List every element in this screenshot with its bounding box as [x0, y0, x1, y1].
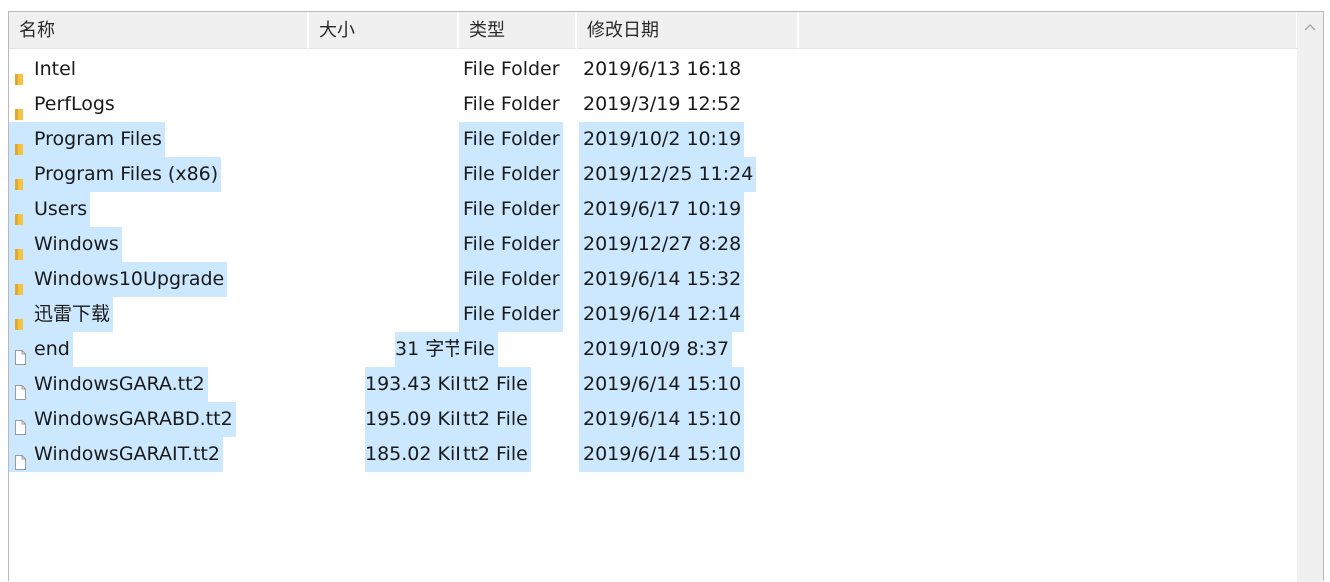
item-name: Users [34, 198, 88, 220]
column-header-name[interactable]: 名称 [9, 12, 309, 49]
column-header-type[interactable]: 类型 [459, 12, 577, 49]
column-header-size[interactable]: 大小 [309, 12, 459, 49]
item-type: File Folder [459, 262, 563, 297]
item-type: tt2 File [459, 437, 531, 472]
item-name: 迅雷下载 [34, 303, 111, 325]
folder-row[interactable]: Windows10Upgrade File Folder 2019/6/14 15:… [9, 262, 1298, 297]
folder-row[interactable]: Intel File Folder 2019/6/13 16:18 [9, 52, 1298, 87]
file-icon [15, 447, 26, 482]
column-header-bar: 名称 大小 类型 修改日期 [9, 12, 1298, 50]
file-row[interactable]: WindowsGARA.tt2 193.43 KiB tt2 File 2019/6/… [9, 367, 1298, 402]
item-size: 31 字节 [395, 332, 463, 367]
item-name-cell[interactable]: Windows10Upgrade [9, 262, 228, 297]
folder-row[interactable]: Program Files File Folder 2019/10/2 10:19 [9, 122, 1298, 157]
item-modified-date: 2019/6/14 15:10 [579, 402, 745, 437]
item-modified-date: 2019/10/9 8:37 [579, 332, 733, 367]
item-name: WindowsGARABD.tt2 [34, 408, 233, 430]
item-type: File Folder [463, 93, 560, 115]
item-name: Intel [34, 58, 77, 80]
item-modified-date: 2019/6/14 15:10 [579, 367, 745, 402]
item-name-cell[interactable]: 迅雷下载 [9, 297, 114, 332]
item-modified-date: 2019/6/14 15:32 [579, 262, 745, 297]
item-type: File Folder [459, 122, 563, 157]
item-size: 193.43 KiB [365, 367, 468, 402]
item-name-cell[interactable]: Users [9, 192, 91, 227]
folder-row[interactable]: 迅雷下载 File Folder 2019/6/14 12:14 [9, 297, 1298, 332]
item-size: 195.09 KiB [365, 402, 468, 437]
item-modified-date: 2019/10/2 10:19 [579, 122, 745, 157]
item-size: 185.02 KiB [365, 437, 468, 472]
scroll-up-button[interactable] [1297, 12, 1323, 42]
item-type: File Folder [459, 192, 563, 227]
item-name-cell[interactable]: Program Files (x86) [9, 157, 222, 192]
file-list-view: 名称 大小 类型 修改日期 Intel File Folder 2019/6/13 … [8, 11, 1324, 582]
column-header-filler [799, 12, 1298, 49]
item-name: Program Files [34, 128, 162, 150]
item-name-cell[interactable]: Intel [9, 52, 79, 87]
item-modified-date: 2019/12/25 11:24 [579, 157, 757, 192]
item-type: File [459, 332, 498, 367]
folder-row[interactable]: Program Files (x86) File Folder 2019/12/25… [9, 157, 1298, 192]
item-name: WindowsGARAIT.tt2 [34, 443, 220, 465]
item-type: tt2 File [459, 367, 531, 402]
item-name-cell[interactable]: WindowsGARAIT.tt2 [9, 437, 223, 472]
folder-row[interactable]: Users File Folder 2019/6/17 10:19 [9, 192, 1298, 227]
item-name-cell[interactable]: Windows [9, 227, 122, 262]
file-row[interactable]: WindowsGARABD.tt2 195.09 KiB tt2 File 2019/… [9, 402, 1298, 437]
vertical-scrollbar[interactable] [1297, 12, 1323, 582]
item-name-cell[interactable]: Program Files [9, 122, 165, 157]
column-header-modified[interactable]: 修改日期 [577, 12, 799, 49]
file-row[interactable]: end 31 字节 File 2019/10/9 8:37 [9, 332, 1298, 367]
item-modified-date: 2019/12/27 8:28 [579, 227, 745, 262]
item-modified-date: 2019/6/14 12:14 [579, 297, 745, 332]
item-name-cell[interactable]: PerfLogs [9, 87, 118, 122]
item-name: Program Files (x86) [34, 163, 219, 185]
item-name: end [34, 338, 70, 360]
item-name-cell[interactable]: end [9, 332, 73, 367]
item-type: File Folder [459, 157, 563, 192]
folder-row[interactable]: PerfLogs File Folder 2019/3/19 12:52 [9, 87, 1298, 122]
item-name-cell[interactable]: WindowsGARA.tt2 [9, 367, 208, 402]
item-type: File Folder [459, 297, 563, 332]
item-modified-date: 2019/6/17 10:19 [579, 192, 745, 227]
folder-row[interactable]: Windows File Folder 2019/12/27 8:28 [9, 227, 1298, 262]
item-type: tt2 File [459, 402, 531, 437]
item-modified-date: 2019/3/19 12:52 [583, 93, 742, 115]
item-name-cell[interactable]: WindowsGARABD.tt2 [9, 402, 236, 437]
item-name: Windows [34, 233, 119, 255]
item-modified-date: 2019/6/13 16:18 [583, 58, 742, 80]
file-row[interactable]: WindowsGARAIT.tt2 185.02 KiB tt2 File 2019/… [9, 437, 1298, 472]
item-name: Windows10Upgrade [34, 268, 225, 290]
file-rows: Intel File Folder 2019/6/13 16:18 PerfLogs F… [9, 52, 1298, 472]
item-name: WindowsGARA.tt2 [34, 373, 205, 395]
chevron-up-icon [1304, 24, 1316, 31]
item-type: File Folder [459, 227, 563, 262]
item-type: File Folder [463, 58, 560, 80]
item-modified-date: 2019/6/14 15:10 [579, 437, 745, 472]
item-name: PerfLogs [34, 93, 115, 115]
